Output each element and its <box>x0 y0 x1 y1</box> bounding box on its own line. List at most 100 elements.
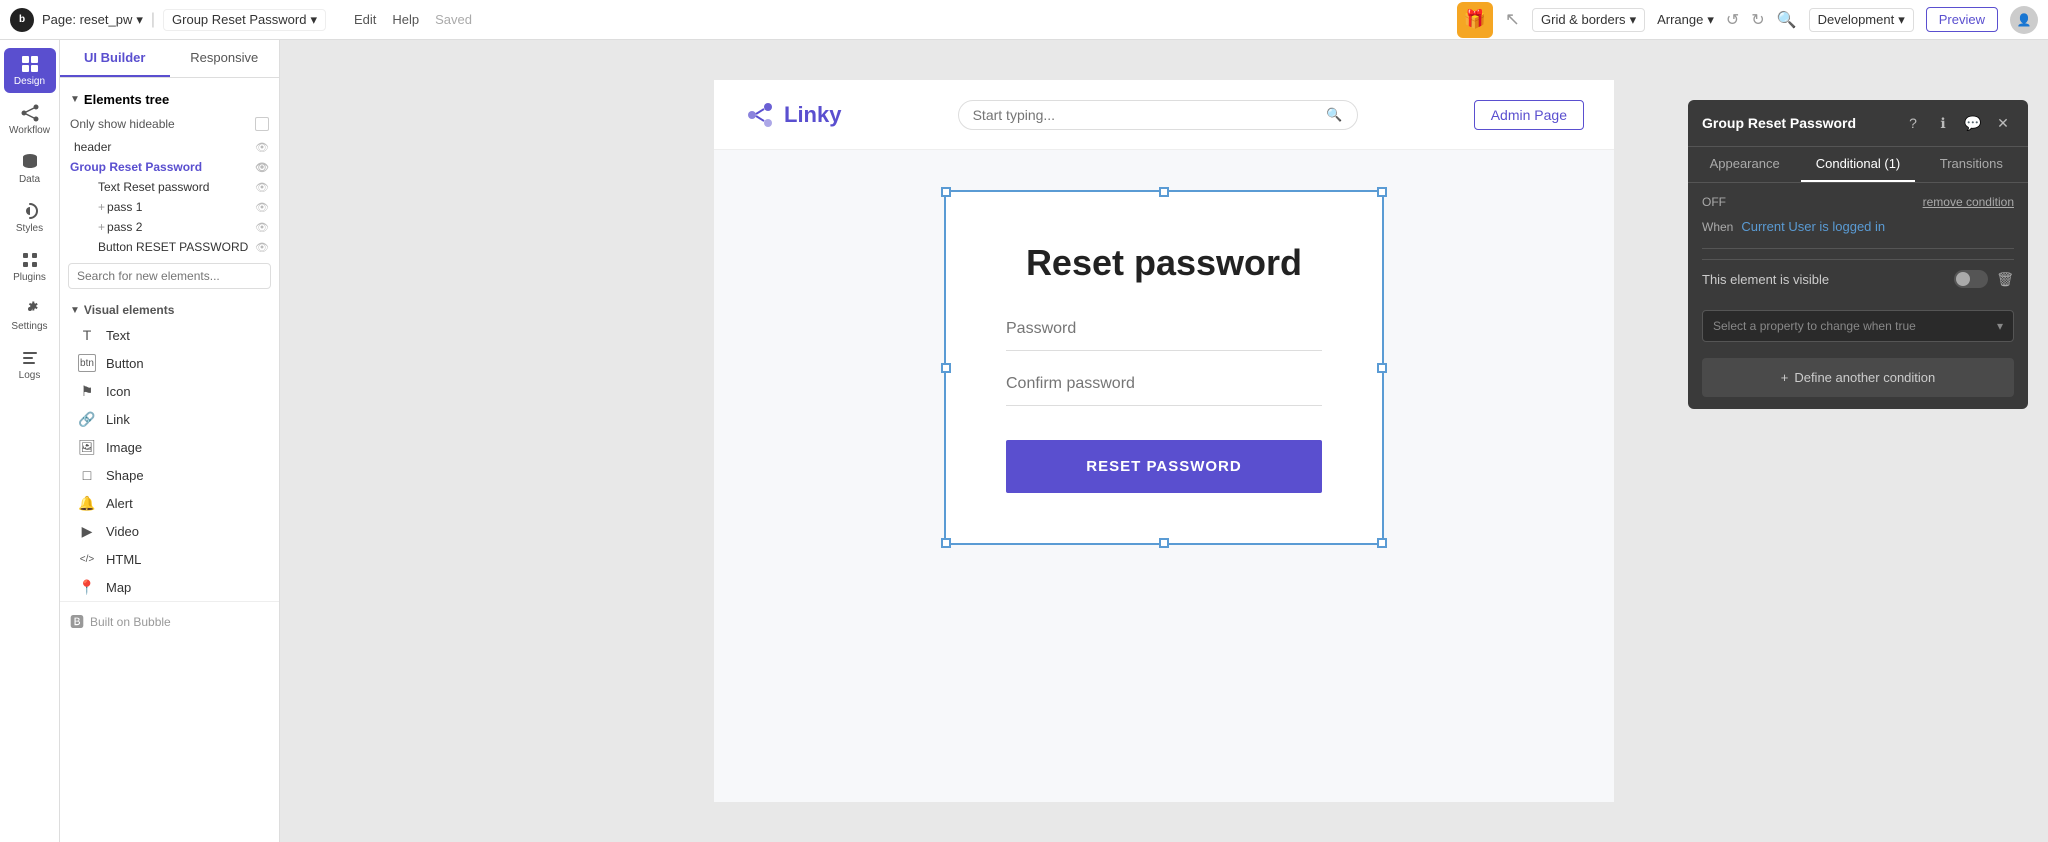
tree-item-button-reset[interactable]: Button RESET PASSWORD 👁 <box>60 237 279 257</box>
arrange-button[interactable]: Arrange ▾ <box>1657 12 1714 28</box>
sidebar-label-styles: Styles <box>16 223 43 234</box>
sidebar-item-data[interactable]: Data <box>4 146 56 191</box>
show-hideable-checkbox[interactable] <box>255 117 269 131</box>
handle-mid-right[interactable] <box>1377 363 1387 373</box>
show-hideable-row: Only show hideable <box>60 113 279 137</box>
tree-item-group-reset-password[interactable]: Group Reset Password 👁 <box>60 157 279 177</box>
collapse-icon[interactable]: ▼ <box>70 94 80 105</box>
edit-menu[interactable]: Edit <box>354 12 376 27</box>
password-input-group <box>1006 320 1322 351</box>
elements-tree-header: ▼ Elements tree <box>60 86 279 113</box>
close-panel-button[interactable]: ✕ <box>1992 112 2014 134</box>
password-input[interactable] <box>1006 320 1322 338</box>
handle-bottom-mid[interactable] <box>1159 538 1169 548</box>
ve-link[interactable]: 🔗 Link <box>60 405 279 433</box>
ve-image[interactable]: 🖼 Image <box>60 433 279 461</box>
ve-map[interactable]: 📍 Map <box>60 573 279 601</box>
group-breadcrumb[interactable]: Group Reset Password ▾ <box>163 9 326 31</box>
ve-alert[interactable]: 🔔 Alert <box>60 489 279 517</box>
confirm-password-input[interactable] <box>1006 375 1322 393</box>
search-elements-input[interactable] <box>68 263 271 289</box>
linky-logo-icon <box>744 99 776 131</box>
property-select-arrow-icon: ▾ <box>1997 319 2003 333</box>
sidebar-label-workflow: Workflow <box>9 125 50 136</box>
ve-html[interactable]: </> HTML <box>60 545 279 573</box>
text-icon: T <box>78 326 96 344</box>
off-label: OFF <box>1702 195 1726 209</box>
eye-icon-text[interactable]: 👁 <box>255 181 269 194</box>
app-search-input[interactable] <box>973 107 1327 123</box>
eye-icon-pass1[interactable]: 👁 <box>255 201 269 214</box>
page-dropdown-icon[interactable]: ▾ <box>136 12 143 28</box>
group-dropdown-icon: ▾ <box>310 12 317 28</box>
handle-bottom-right[interactable] <box>1377 538 1387 548</box>
app-logo-area: Linky <box>744 99 841 131</box>
button-icon: btn <box>78 354 96 372</box>
ve-video[interactable]: ▶ Video <box>60 517 279 545</box>
property-select[interactable]: Select a property to change when true ▾ <box>1702 310 2014 342</box>
handle-bottom-left[interactable] <box>941 538 951 548</box>
eye-icon-header[interactable]: 👁 <box>255 141 269 154</box>
help-icon-button[interactable]: ? <box>1902 112 1924 134</box>
user-avatar[interactable]: 👤 <box>2010 6 2038 34</box>
delete-condition-icon[interactable]: 🗑 <box>1996 271 2014 288</box>
when-value[interactable]: Current User is logged in <box>1741 219 1885 234</box>
sidebar-label-data: Data <box>19 174 40 185</box>
admin-page-button[interactable]: Admin Page <box>1474 100 1584 130</box>
sidebar-item-design[interactable]: Design <box>4 48 56 93</box>
sidebar-item-workflow[interactable]: Workflow <box>4 97 56 142</box>
handle-top-right[interactable] <box>1377 187 1387 197</box>
comment-icon-button[interactable]: 💬 <box>1962 112 1984 134</box>
visibility-toggle[interactable] <box>1954 270 1988 288</box>
remove-condition-link[interactable]: remove condition <box>1923 195 2014 209</box>
handle-top-mid[interactable] <box>1159 187 1169 197</box>
pointer-tool[interactable]: ↖ <box>1505 9 1520 30</box>
ve-text[interactable]: T Text <box>60 321 279 349</box>
ve-shape[interactable]: □ Shape <box>60 461 279 489</box>
sidebar-item-plugins[interactable]: Plugins <box>4 244 56 289</box>
eye-icon-pass2[interactable]: 👁 <box>255 221 269 234</box>
help-menu[interactable]: Help <box>392 12 419 27</box>
reset-password-button[interactable]: RESET PASSWORD <box>1006 440 1322 493</box>
tab-conditional[interactable]: Conditional (1) <box>1801 147 1914 182</box>
saved-status: Saved <box>435 12 472 27</box>
page-label: Page: reset_pw ▾ <box>42 12 143 28</box>
info-icon-button[interactable]: ℹ <box>1932 112 1954 134</box>
sidebar-label-logs: Logs <box>19 370 41 381</box>
tree-item-pass1[interactable]: + pass 1 👁 <box>60 197 279 217</box>
tab-appearance[interactable]: Appearance <box>1688 147 1801 182</box>
sidebar-item-styles[interactable]: Styles <box>4 195 56 240</box>
redo-button[interactable]: ↻ <box>1751 10 1764 30</box>
ve-button[interactable]: btn Button <box>60 349 279 377</box>
visual-elements-header: ▼ Visual elements <box>60 295 279 321</box>
sidebar-item-logs[interactable]: Logs <box>4 342 56 387</box>
define-condition-button[interactable]: + Define another condition <box>1702 358 2014 397</box>
tab-responsive[interactable]: Responsive <box>170 40 280 77</box>
app-preview: Linky 🔍 Admin Page Reset passwo <box>714 80 1614 802</box>
gift-button[interactable]: 🎁 <box>1457 2 1493 38</box>
ve-icon[interactable]: ⚑ Icon <box>60 377 279 405</box>
confirm-password-input-group <box>1006 375 1322 406</box>
search-icon[interactable]: 🔍 <box>1777 10 1797 30</box>
eye-icon-group[interactable]: 👁 <box>255 161 269 174</box>
undo-button[interactable]: ↺ <box>1726 10 1739 30</box>
handle-mid-left[interactable] <box>941 363 951 373</box>
top-bar: b Page: reset_pw ▾ | Group Reset Passwor… <box>0 0 2048 40</box>
app-logo-text: Linky <box>784 102 841 128</box>
app-search-bar[interactable]: 🔍 <box>958 100 1358 130</box>
panel-body: ▼ Elements tree Only show hideable heade… <box>60 78 279 842</box>
html-icon: </> <box>78 550 96 568</box>
tree-item-header[interactable]: header 👁 <box>60 137 279 157</box>
link-icon: 🔗 <box>78 410 96 428</box>
tree-item-pass2[interactable]: + pass 2 👁 <box>60 217 279 237</box>
sidebar-item-settings[interactable]: Settings <box>4 293 56 338</box>
preview-button[interactable]: Preview <box>1926 7 1998 32</box>
eye-icon-button[interactable]: 👁 <box>255 241 269 254</box>
sidebar-label-settings: Settings <box>11 321 47 332</box>
handle-top-left[interactable] <box>941 187 951 197</box>
dev-mode-button[interactable]: Development ▾ <box>1809 8 1914 32</box>
tree-item-text-reset[interactable]: Text Reset password 👁 <box>60 177 279 197</box>
tab-ui-builder[interactable]: UI Builder <box>60 40 170 77</box>
tab-transitions[interactable]: Transitions <box>1915 147 2028 182</box>
grid-borders-button[interactable]: Grid & borders ▾ <box>1532 8 1645 32</box>
